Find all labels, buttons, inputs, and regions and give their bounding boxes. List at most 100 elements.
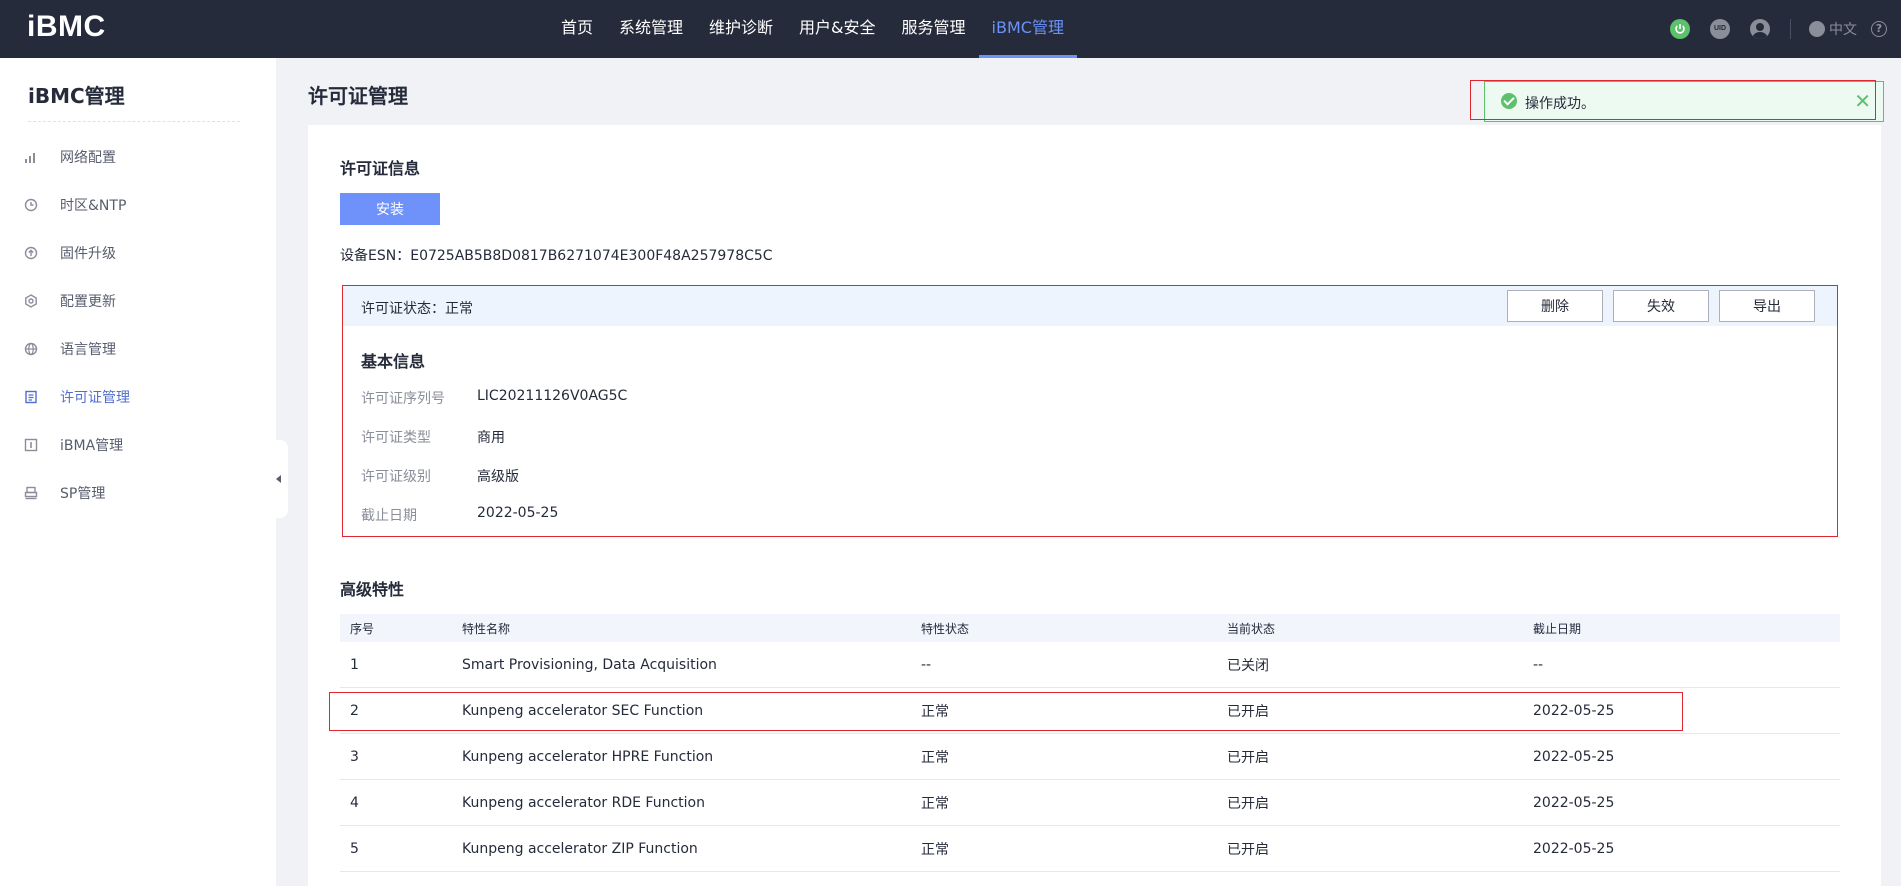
top-icons: UID 中文 ? xyxy=(1670,0,1901,58)
invalidate-button[interactable]: 失效 xyxy=(1613,290,1709,322)
license-status-label: 许可证状态： xyxy=(361,301,445,317)
license-level-row: 许可证级别 高级版 xyxy=(361,466,519,486)
table-cell: 2022-05-25 xyxy=(1533,748,1615,765)
bar-chart-icon xyxy=(24,150,38,164)
table-cell: 2022-05-25 xyxy=(1533,702,1615,719)
license-card: 许可证状态：正常 删除 失效 导出 基本信息 许可证序列号 LIC2021112… xyxy=(342,285,1838,537)
license-status: 许可证状态：正常 xyxy=(361,298,473,318)
table-cell: 已开启 xyxy=(1227,749,1269,766)
advanced-features-table: 序号 特性名称 特性状态 当前状态 截止日期 1 Smart Provision… xyxy=(340,614,1840,872)
info-label: 许可证序列号 xyxy=(361,391,445,407)
sidebar-item-license[interactable]: 许可证管理 xyxy=(0,373,276,421)
sidebar-item-ibma[interactable]: iBMA管理 xyxy=(0,421,276,469)
table-cell: 已开启 xyxy=(1227,841,1269,858)
table-row: 1 Smart Provisioning, Data Acquisition -… xyxy=(340,642,1840,688)
sidebar-item-label: 网络配置 xyxy=(60,150,116,166)
table-cell: 正常 xyxy=(921,841,949,858)
sidebar-item-firmware[interactable]: 固件升级 xyxy=(0,229,276,277)
license-card-header: 许可证状态：正常 删除 失效 导出 xyxy=(343,286,1837,326)
table-cell: Smart Provisioning, Data Acquisition xyxy=(462,656,717,673)
sidebar-item-label: SP管理 xyxy=(60,486,106,502)
delete-button[interactable]: 删除 xyxy=(1507,290,1603,322)
success-toast: 操作成功。 ✕ xyxy=(1484,81,1884,122)
column-header: 特性状态 xyxy=(921,621,970,636)
table-cell: 已开启 xyxy=(1227,795,1269,812)
table-cell: 正常 xyxy=(921,749,949,766)
sidebar-item-config[interactable]: 配置更新 xyxy=(0,277,276,325)
info-label: 许可证类型 xyxy=(361,430,431,446)
divider xyxy=(1790,19,1791,39)
clock-icon xyxy=(24,198,38,212)
sidebar-divider xyxy=(28,121,240,122)
export-button[interactable]: 导出 xyxy=(1719,290,1815,322)
table-header: 序号 特性名称 特性状态 当前状态 截止日期 xyxy=(340,614,1840,642)
license-status-value: 正常 xyxy=(445,301,473,317)
info-label: 截止日期 xyxy=(361,508,417,524)
table-row: 2 Kunpeng accelerator SEC Function 正常 已开… xyxy=(340,688,1840,734)
sidebar: iBMC管理 网络配置 时区&NTP 固件升级 配置更新 语言管理 许可证管理 … xyxy=(0,58,276,886)
language-label: 中文 xyxy=(1829,22,1857,38)
table-cell: 已关闭 xyxy=(1227,657,1269,674)
table-cell: Kunpeng accelerator SEC Function xyxy=(462,702,704,719)
sidebar-item-timezone[interactable]: 时区&NTP xyxy=(0,181,276,229)
column-header: 特性名称 xyxy=(462,621,511,636)
info-value: LIC20211126V0AG5C xyxy=(477,388,628,404)
esn-value: E0725AB5B8D0817B6271074E300F48A257978C5C xyxy=(410,248,773,264)
license-serial-row: 许可证序列号 LIC20211126V0AG5C xyxy=(361,388,627,408)
upload-icon xyxy=(24,246,38,260)
nav-user-security[interactable]: 用户&安全 xyxy=(786,0,888,58)
table-cell: 已开启 xyxy=(1227,703,1269,720)
nav-system[interactable]: 系统管理 xyxy=(606,0,696,58)
column-header: 截止日期 xyxy=(1533,621,1582,636)
table-cell: 3 xyxy=(350,748,359,765)
page-title: 许可证管理 xyxy=(308,84,408,108)
sidebar-item-label: iBMA管理 xyxy=(60,438,124,454)
sidebar-item-label: 语言管理 xyxy=(60,342,116,358)
close-icon[interactable]: ✕ xyxy=(1854,90,1871,112)
table-cell: -- xyxy=(1533,656,1544,673)
table-cell: Kunpeng accelerator RDE Function xyxy=(462,794,705,811)
sidebar-item-language[interactable]: 语言管理 xyxy=(0,325,276,373)
table-row: 5 Kunpeng accelerator ZIP Function 正常 已开… xyxy=(340,826,1840,872)
sidebar-item-label: 时区&NTP xyxy=(60,198,127,214)
power-icon[interactable] xyxy=(1670,19,1690,39)
info-value: 2022-05-25 xyxy=(477,505,559,521)
toast-message: 操作成功。 xyxy=(1525,96,1595,112)
help-icon[interactable]: ? xyxy=(1871,21,1887,37)
language-switch[interactable]: 中文 xyxy=(1809,19,1857,39)
install-button[interactable]: 安装 xyxy=(340,193,440,225)
nav-maintenance[interactable]: 维护诊断 xyxy=(696,0,786,58)
gear-icon xyxy=(24,294,38,308)
nav-home[interactable]: 首页 xyxy=(548,0,606,58)
main-nav: 首页 系统管理 维护诊断 用户&安全 服务管理 iBMC管理 xyxy=(548,0,1078,58)
user-icon[interactable] xyxy=(1750,19,1770,39)
device-esn: 设备ESN：E0725AB5B8D0817B6271074E300F48A257… xyxy=(340,245,773,265)
nav-services[interactable]: 服务管理 xyxy=(889,0,979,58)
table-cell: 正常 xyxy=(921,703,949,720)
info-value: 高级版 xyxy=(477,469,519,485)
table-cell: 2022-05-25 xyxy=(1533,794,1615,811)
sidebar-item-network[interactable]: 网络配置 xyxy=(0,133,276,181)
nav-ibmc[interactable]: iBMC管理 xyxy=(978,0,1078,58)
license-type-row: 许可证类型 商用 xyxy=(361,427,505,447)
basic-info-title: 基本信息 xyxy=(361,352,426,371)
app-logo[interactable]: iBMC xyxy=(27,10,106,44)
license-expiry-row: 截止日期 2022-05-25 xyxy=(361,505,558,525)
license-info-title: 许可证信息 xyxy=(340,159,421,178)
sidebar-item-sp[interactable]: SP管理 xyxy=(0,469,276,517)
uid-icon[interactable]: UID xyxy=(1710,19,1730,39)
esn-label: 设备ESN： xyxy=(340,248,411,264)
table-cell: 4 xyxy=(350,794,359,811)
sidebar-item-label: 固件升级 xyxy=(60,246,116,262)
table-cell: 2022-05-25 xyxy=(1533,840,1615,857)
table-row: 4 Kunpeng accelerator RDE Function 正常 已开… xyxy=(340,780,1840,826)
table-cell: Kunpeng accelerator ZIP Function xyxy=(462,840,698,857)
sidebar-item-label: 许可证管理 xyxy=(60,390,130,406)
sidebar-item-label: 配置更新 xyxy=(60,294,116,310)
sidebar-title: iBMC管理 xyxy=(28,84,125,108)
sidebar-collapse-toggle[interactable] xyxy=(270,440,288,518)
table-cell: 2 xyxy=(350,702,359,719)
table-row: 3 Kunpeng accelerator HPRE Function 正常 已… xyxy=(340,734,1840,780)
document-icon xyxy=(24,390,38,404)
info-label: 许可证级别 xyxy=(361,469,431,485)
